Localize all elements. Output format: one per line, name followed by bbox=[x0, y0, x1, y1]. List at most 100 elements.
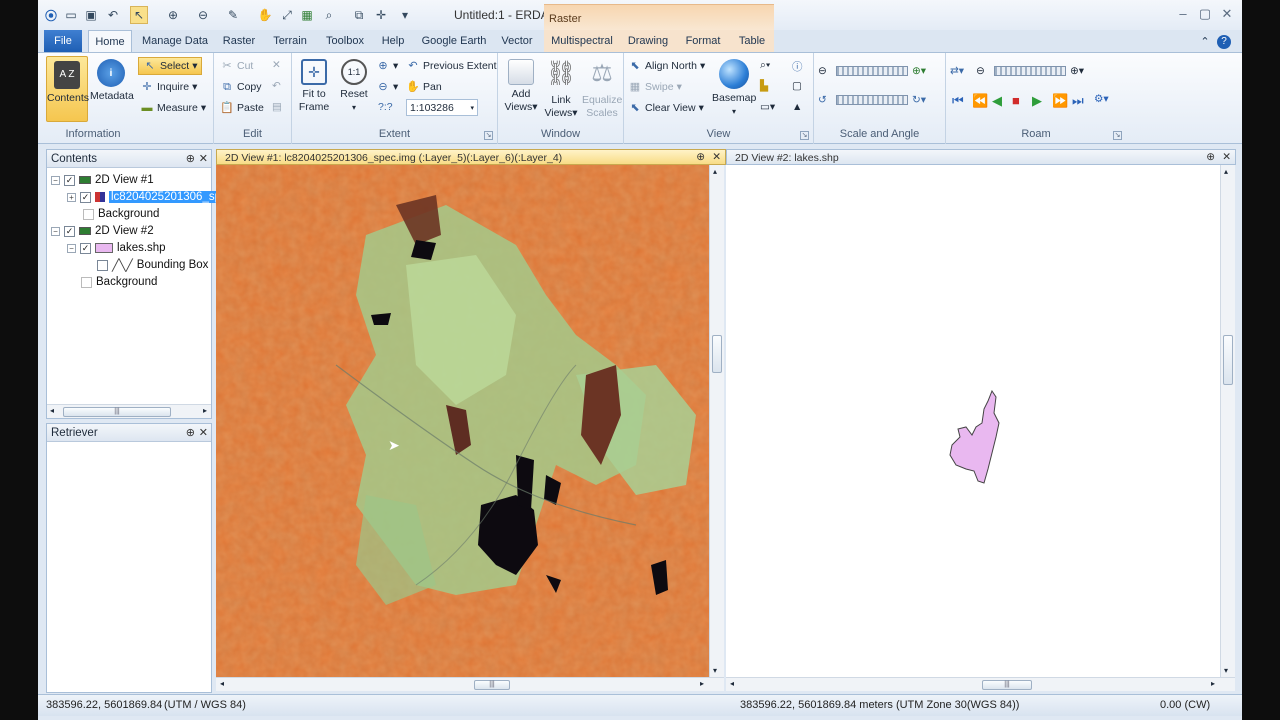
view1-hscrollbar[interactable]: ◂ ||| ▸ bbox=[216, 677, 724, 691]
scroll-right-icon[interactable]: ▸ bbox=[700, 679, 704, 688]
close-panel-icon[interactable]: ✕ bbox=[199, 426, 208, 439]
checkbox-bounding-box[interactable] bbox=[97, 259, 108, 271]
angle-slider[interactable] bbox=[836, 95, 908, 105]
help-icon[interactable]: ? bbox=[1216, 30, 1232, 52]
contents-hscrollbar[interactable]: ◂ ||| ▸ bbox=[47, 404, 211, 418]
scroll-thumb[interactable]: ||| bbox=[63, 407, 171, 417]
select-button[interactable]: ↖ Select ▾ bbox=[138, 57, 203, 75]
checkbox-view2[interactable]: ✓ bbox=[64, 225, 75, 237]
roam-speed-slider[interactable] bbox=[994, 66, 1066, 76]
scroll-left-icon[interactable]: ◂ bbox=[50, 406, 54, 415]
scroll-down-icon[interactable]: ▾ bbox=[713, 666, 717, 675]
scroll-right-icon[interactable]: ▸ bbox=[1211, 679, 1215, 688]
scroll-up-icon[interactable]: ▴ bbox=[1224, 167, 1228, 176]
scroll-left-icon[interactable]: ◂ bbox=[220, 679, 224, 688]
measure-button[interactable]: ▬ Measure ▾ bbox=[140, 101, 207, 115]
zoom-out-button[interactable]: ⊖ ▾ bbox=[376, 80, 398, 94]
maximize-icon[interactable]: ▢ bbox=[1196, 6, 1214, 24]
tree-item-2d-view-2[interactable]: − ✓ 2D View #2 bbox=[51, 223, 154, 239]
add-views-button[interactable]: Add Views▾ bbox=[502, 59, 540, 114]
open-folder-icon[interactable]: ▭ bbox=[62, 6, 80, 24]
tab-drawing[interactable]: Drawing bbox=[620, 30, 676, 52]
view2-pin-icon[interactable]: ⊕ bbox=[1206, 151, 1215, 163]
basemap-button[interactable]: Basemap ▾ bbox=[712, 59, 756, 118]
zoom-out-icon[interactable]: ⊖ bbox=[194, 6, 212, 24]
fill-color-icon[interactable]: ▭▾ bbox=[760, 101, 775, 113]
image-icon[interactable]: ▦ bbox=[298, 6, 316, 24]
scroll-right-icon[interactable]: ▸ bbox=[203, 406, 207, 415]
tab-toolbox[interactable]: Toolbox bbox=[320, 30, 370, 52]
link-views-button[interactable]: ⛓ Link Views▾ bbox=[542, 59, 580, 120]
view1-close-icon[interactable]: ✕ bbox=[712, 151, 721, 163]
tab-multispectral[interactable]: Multispectral bbox=[544, 30, 620, 52]
equalize-scales-button[interactable]: ⚖ Equalize Scales bbox=[582, 59, 622, 120]
basemap-dropdown-icon[interactable]: ▾ bbox=[712, 105, 756, 118]
view-launcher-icon[interactable]: ↘ bbox=[800, 131, 809, 140]
roam-play-icon[interactable]: ▶ bbox=[1032, 93, 1042, 109]
minimize-icon[interactable]: – bbox=[1174, 6, 1192, 24]
checkbox-view1[interactable]: ✓ bbox=[64, 174, 75, 186]
view2-vscrollbar[interactable]: ▴ ▾ bbox=[1220, 165, 1235, 677]
tab-file[interactable]: File bbox=[44, 30, 82, 52]
paste-special-icon[interactable]: ▤ bbox=[272, 101, 282, 113]
view2-hscroll-thumb[interactable]: ||| bbox=[982, 680, 1032, 690]
select-arrow-icon[interactable]: ↖ bbox=[130, 6, 148, 24]
view1-pin-icon[interactable]: ⊕ bbox=[696, 151, 705, 163]
inquire-button[interactable]: ✛ Inquire ▾ bbox=[140, 80, 197, 94]
roam-launcher-icon[interactable]: ↘ bbox=[1113, 131, 1122, 140]
frame-icon[interactable]: ▢ bbox=[792, 80, 802, 92]
roam-reverse-icon[interactable]: ◀ bbox=[992, 93, 1002, 109]
contents-button[interactable]: A Z Contents bbox=[46, 56, 89, 122]
roam-last-icon[interactable]: ⏭ bbox=[1072, 93, 1084, 109]
close-icon[interactable]: ✕ bbox=[1218, 6, 1236, 24]
collapse-icon[interactable]: − bbox=[67, 243, 76, 253]
view1-vscrollbar[interactable]: ▴ ▾ bbox=[709, 165, 724, 677]
cut-button[interactable]: ✂ Cut bbox=[220, 59, 253, 73]
tab-manage-data[interactable]: Manage Data bbox=[138, 30, 212, 52]
magnifier-icon[interactable]: ⌕▾ bbox=[760, 59, 770, 72]
rotate-cw-icon[interactable]: ↻▾ bbox=[912, 94, 926, 106]
tree-item-raster-layer[interactable]: + ✓ lc8204025201306_sp bbox=[67, 189, 223, 205]
fit-icon[interactable]: ⤢ bbox=[278, 6, 296, 24]
pan-button[interactable]: ✋ Pan bbox=[406, 80, 442, 94]
tab-google-earth[interactable]: Google Earth bbox=[416, 30, 492, 52]
inquire-icon[interactable]: ⌕ bbox=[320, 6, 338, 24]
rotate-icon[interactable]: ↺ bbox=[818, 94, 827, 106]
tab-home[interactable]: Home bbox=[88, 30, 132, 52]
undo-edit-icon[interactable]: ↶ bbox=[272, 80, 281, 92]
undo-icon[interactable]: ↶ bbox=[104, 6, 122, 24]
roam-speed-icon[interactable]: ⊖ bbox=[976, 65, 985, 77]
save-icon[interactable]: ▣ bbox=[82, 6, 100, 24]
scroll-up-icon[interactable]: ▴ bbox=[713, 167, 717, 176]
swipe-button[interactable]: ▦ Swipe ▾ bbox=[628, 80, 682, 94]
pin-icon[interactable]: ⊕ bbox=[186, 152, 195, 165]
zoom-in-button[interactable]: ⊕ ▾ bbox=[376, 59, 398, 73]
copy-view-icon[interactable]: ⧉ bbox=[350, 6, 368, 24]
roam-speed-plus-icon[interactable]: ⊕▾ bbox=[1070, 65, 1084, 77]
view1-hscroll-thumb[interactable]: ||| bbox=[474, 680, 510, 690]
checkbox-raster-layer[interactable]: ✓ bbox=[80, 191, 91, 203]
crosshair-icon[interactable]: ✛ bbox=[372, 6, 390, 24]
tree-item-2d-view-1[interactable]: − ✓ 2D View #1 bbox=[51, 172, 154, 188]
tree-item-background-2[interactable]: Background bbox=[81, 274, 157, 290]
checkbox-background-1[interactable] bbox=[83, 208, 94, 220]
view2-hscrollbar[interactable]: ◂ ||| ▸ bbox=[726, 677, 1235, 691]
tab-raster[interactable]: Raster bbox=[218, 30, 260, 52]
expand-icon[interactable]: + bbox=[67, 192, 76, 202]
tab-help[interactable]: Help bbox=[376, 30, 410, 52]
scale-combobox[interactable]: 1:103286 ▾ bbox=[406, 99, 478, 116]
scroll-down-icon[interactable]: ▾ bbox=[1224, 666, 1228, 675]
checkbox-lakes[interactable]: ✓ bbox=[80, 242, 91, 254]
clear-view-button[interactable]: ⬉ Clear View ▾ bbox=[628, 101, 703, 115]
edit-icon[interactable]: ✎ bbox=[224, 6, 242, 24]
scale-reset-icon[interactable]: ⊖ bbox=[818, 65, 827, 77]
roam-stop-icon[interactable]: ■ bbox=[1012, 93, 1020, 108]
tree-item-lakes[interactable]: − ✓ lakes.shp bbox=[67, 240, 166, 256]
reset-button[interactable]: 1:1 Reset ▾ bbox=[336, 59, 372, 114]
scroll-left-icon[interactable]: ◂ bbox=[730, 679, 734, 688]
view2-close-icon[interactable]: ✕ bbox=[1222, 151, 1231, 163]
collapse-icon[interactable]: − bbox=[51, 226, 60, 236]
checkbox-background-2[interactable] bbox=[81, 276, 92, 288]
roam-first-icon[interactable]: ⏮ bbox=[952, 93, 964, 109]
tab-table[interactable]: Table bbox=[730, 30, 774, 52]
